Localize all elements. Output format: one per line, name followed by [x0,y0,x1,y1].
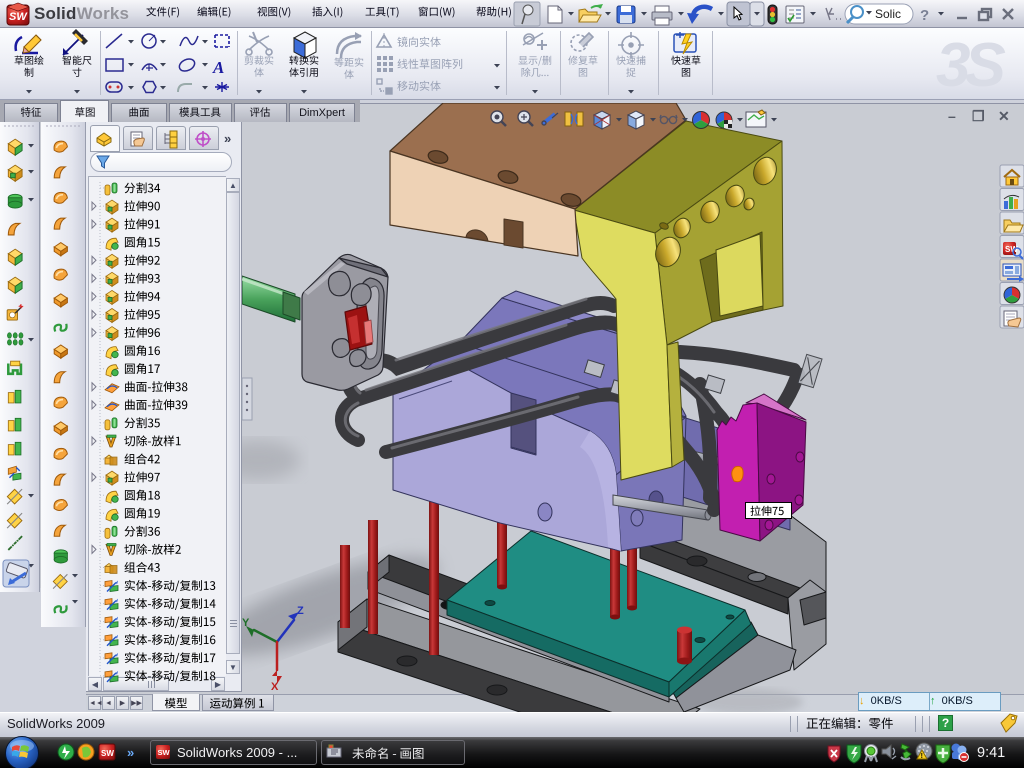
svg-text:»: » [127,745,134,760]
svg-text:?: ? [920,7,929,24]
svg-text:SW: SW [1005,245,1018,254]
svg-text:SW: SW [158,748,171,757]
svg-text:SW: SW [101,749,114,758]
svg-text:A: A [212,58,224,77]
svg-text:Solic: Solic [875,7,901,21]
svg-text:SW: SW [9,11,28,23]
svg-text:!: ! [921,753,923,760]
